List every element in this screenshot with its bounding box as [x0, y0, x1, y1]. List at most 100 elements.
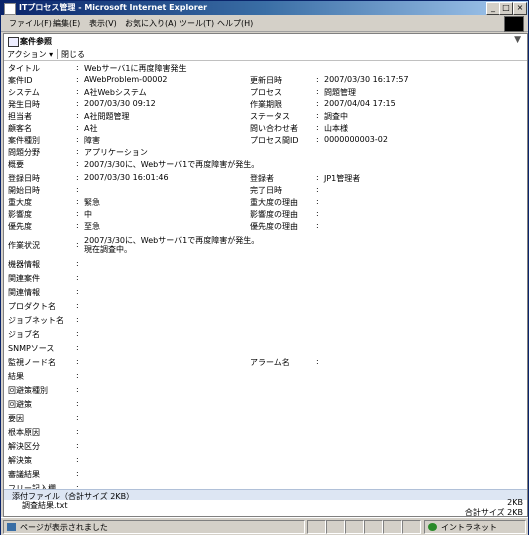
- field-label: 更新日時: [250, 76, 282, 85]
- detail-row: 優先度 : 至急 優先度の理由 :: [4, 221, 527, 232]
- field-value: 2007/03/30 16:01:46: [84, 173, 169, 182]
- field-colon: :: [76, 441, 79, 450]
- field-colon: :: [316, 209, 319, 218]
- field-label: 解決策: [8, 456, 32, 465]
- menu-tools[interactable]: ツール(T): [179, 18, 214, 29]
- field-value: 緊急: [84, 198, 100, 207]
- page-content: 案件参照 ▼ アクション ▾ 閉じる タイトル : Webサーバ1に再度障害発生…: [3, 33, 528, 517]
- field-label: 担当者: [8, 112, 32, 121]
- attachment-link[interactable]: 調査結果.txt: [22, 500, 68, 511]
- menu-file[interactable]: ファイル(F): [9, 18, 52, 29]
- field-colon: :: [76, 385, 79, 394]
- detail-row: 重大度 : 緊急 重大度の理由 :: [4, 197, 527, 208]
- field-colon: :: [76, 173, 79, 182]
- field-label: 問い合わせ者: [250, 124, 298, 133]
- field-colon: :: [76, 75, 79, 84]
- field-colon: :: [76, 371, 79, 380]
- field-colon: :: [316, 111, 319, 120]
- title-bar: ITプロセス管理 - Microsoft Internet Explorer _…: [1, 1, 528, 15]
- field-label: 顧客名: [8, 124, 32, 133]
- field-value: 0000000003-02: [324, 135, 388, 144]
- field-colon: :: [316, 185, 319, 194]
- app-icon: [4, 3, 16, 15]
- detail-row: 回避策種別 :: [4, 385, 527, 396]
- page-done-icon: [7, 523, 16, 531]
- detail-row: 影響度 : 中 影響度の理由 :: [4, 209, 527, 220]
- field-colon: :: [76, 343, 79, 352]
- minimize-button[interactable]: _: [486, 2, 500, 15]
- field-colon: :: [76, 399, 79, 408]
- field-label: タイトル: [8, 64, 40, 73]
- panel-header: 案件参照 ▼: [4, 34, 527, 48]
- field-label: ステータス: [250, 112, 290, 121]
- action-menu-button[interactable]: アクション ▾: [7, 49, 53, 60]
- field-label: 優先度: [8, 222, 32, 231]
- detail-row: ジョブ名 :: [4, 329, 527, 340]
- detail-row: 関連情報 :: [4, 287, 527, 298]
- maximize-button[interactable]: □: [499, 2, 513, 15]
- field-colon: :: [76, 87, 79, 96]
- field-label: 作業期限: [250, 100, 282, 109]
- security-zone-panel: イントラネット: [424, 520, 526, 534]
- field-colon: :: [76, 197, 79, 206]
- detail-row: 案件種別 : 障害 プロセス間ID : 0000000003-02: [4, 135, 527, 146]
- field-value: アプリケーション: [84, 148, 148, 157]
- field-colon: :: [316, 87, 319, 96]
- field-colon: :: [316, 197, 319, 206]
- detail-row: 根本原因 :: [4, 427, 527, 438]
- field-value: 中: [84, 210, 92, 219]
- field-colon: :: [76, 221, 79, 230]
- menu-view[interactable]: 表示(V): [89, 18, 117, 29]
- detail-row: 監視ノード名 : アラーム名 :: [4, 357, 527, 368]
- field-colon: :: [76, 259, 79, 268]
- menu-bar: ファイル(F) 編集(E) 表示(V) お気に入り(A) ツール(T) ヘルプ(…: [1, 15, 528, 32]
- field-label: 回避策種別: [8, 386, 48, 395]
- field-value: 山本様: [324, 124, 348, 133]
- field-label: プロセス: [250, 88, 282, 97]
- menu-favorites[interactable]: お気に入り(A): [125, 18, 177, 29]
- field-label: 重大度の理由: [250, 198, 298, 207]
- field-label: 影響度の理由: [250, 210, 298, 219]
- menu-edit[interactable]: 編集(E): [53, 18, 80, 29]
- detail-row: システム : A社Webシステム プロセス : 問題管理: [4, 87, 527, 98]
- collapse-chevron-icon[interactable]: ▼: [514, 35, 521, 45]
- attachments-header[interactable]: 添付ファイル（合計サイズ 2KB）: [4, 489, 527, 501]
- field-label: 機器情報: [8, 260, 40, 269]
- detail-row: 要因 :: [4, 413, 527, 424]
- field-label: 要因: [8, 414, 24, 423]
- detail-row: 顧客名 : A社 問い合わせ者 : 山本様: [4, 123, 527, 134]
- status-cell: [307, 520, 326, 534]
- status-message: ページが表示されました: [20, 523, 108, 532]
- field-label: 結果: [8, 372, 24, 381]
- field-colon: :: [76, 273, 79, 282]
- detail-row: 作業状況 : 2007/3/30に、Webサーバ1で再度障害が発生。 現在調査中…: [4, 235, 527, 257]
- close-panel-button[interactable]: 閉じる: [61, 49, 85, 60]
- menu-help[interactable]: ヘルプ(H): [217, 18, 253, 29]
- field-value: 至急: [84, 222, 100, 231]
- status-cell: [402, 520, 421, 534]
- detail-row: 概要 : 2007/3/30に、Webサーバ1で再度障害が発生。: [4, 159, 527, 170]
- detail-row: SNMPソース :: [4, 343, 527, 354]
- field-value: 2007/3/30に、Webサーバ1で再度障害が発生。: [84, 160, 260, 169]
- field-value: 2007/03/30 16:17:57: [324, 75, 409, 84]
- field-label: 発生日時: [8, 100, 40, 109]
- field-label: ジョブネット名: [8, 316, 64, 325]
- detail-row: 解決区分 :: [4, 441, 527, 452]
- field-value: A社Webシステム: [84, 88, 147, 97]
- field-label: 登録者: [250, 174, 274, 183]
- field-value: 現在調査中。: [84, 245, 132, 254]
- field-colon: :: [316, 221, 319, 230]
- detail-row: 案件ID : AWebProblem-00002 更新日時 : 2007/03/…: [4, 75, 527, 86]
- field-label: 案件ID: [8, 76, 33, 85]
- attachment-size: 2KB: [507, 498, 523, 507]
- close-button[interactable]: ×: [513, 2, 527, 15]
- field-colon: :: [76, 315, 79, 324]
- field-label: システム: [8, 88, 40, 97]
- status-cell: [326, 520, 345, 534]
- field-label: 監視ノード名: [8, 358, 56, 367]
- detail-row: タイトル : Webサーバ1に再度障害発生: [4, 63, 527, 74]
- field-colon: :: [76, 469, 79, 478]
- detail-row: 結果 :: [4, 371, 527, 382]
- field-value: A社問題管理: [84, 112, 130, 121]
- field-label: 解決区分: [8, 442, 40, 451]
